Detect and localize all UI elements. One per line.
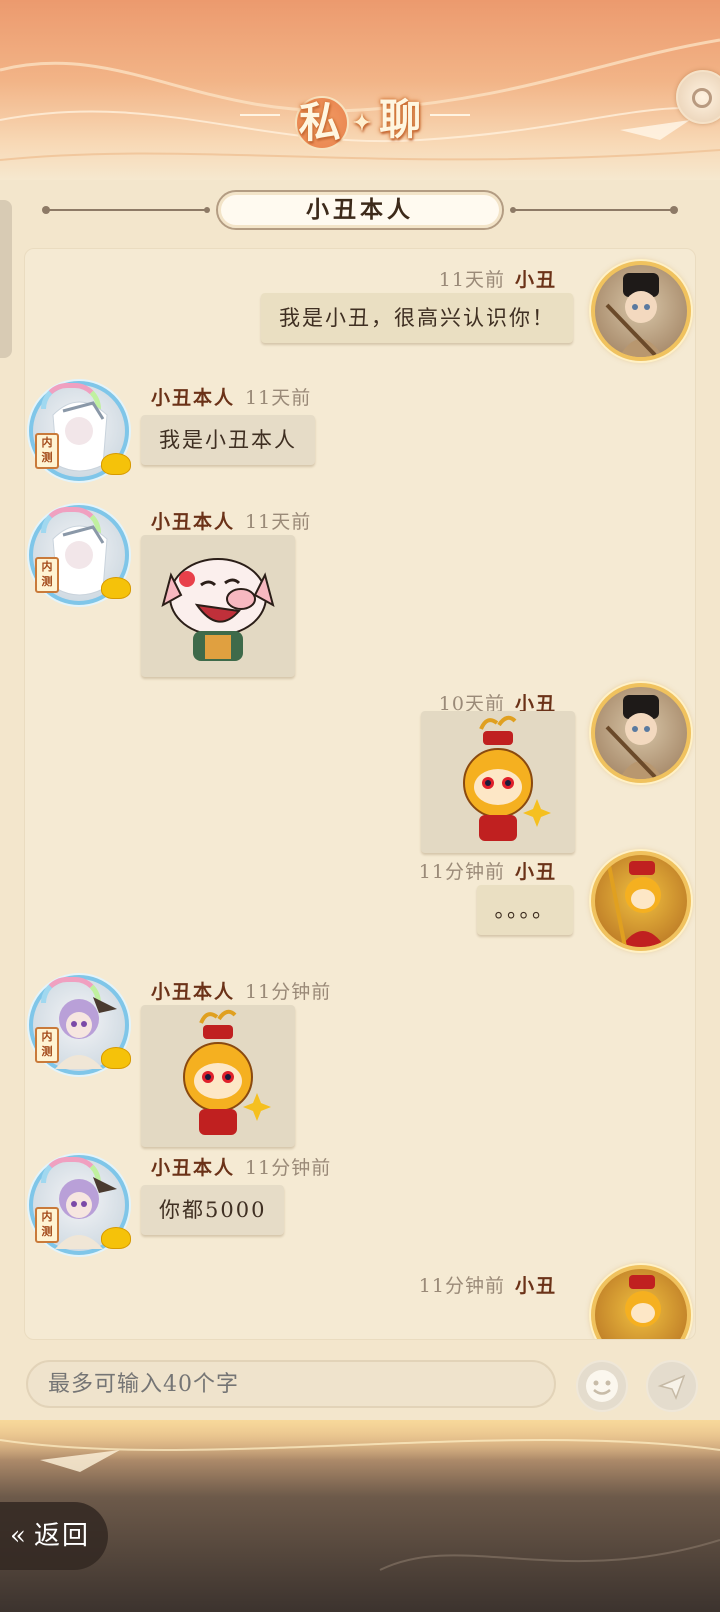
sender-name: 小丑本人 — [151, 1157, 236, 1179]
recipient-header: 小丑本人 — [42, 190, 678, 230]
page-title: 私 ✦聊 — [0, 86, 720, 150]
message-item: 内测 小丑本人 11天前 — [25, 497, 695, 697]
test-badge: 内测 — [35, 433, 59, 469]
message-time: 11分钟前 — [245, 981, 332, 1003]
message-time: 11分钟前 — [245, 1157, 332, 1179]
message-item: 11分钟前 小丑 。。。。 — [25, 847, 695, 957]
character-avatar-icon — [605, 273, 663, 357]
sender-name: 小丑 — [514, 269, 557, 291]
divider-left — [42, 206, 210, 214]
footer-decoration — [0, 1439, 720, 1571]
sender-name: 小丑本人 — [151, 981, 236, 1003]
back-label: 返回 — [34, 1521, 91, 1551]
character-avatar-icon — [605, 695, 663, 779]
sender-name: 小丑本人 — [151, 511, 236, 533]
my-avatar[interactable] — [591, 683, 691, 783]
header: 私 ✦聊 — [0, 0, 720, 180]
duck-icon — [101, 1227, 131, 1249]
message-item: 内测 小丑本人 11分钟前 — [25, 967, 695, 1167]
message-time: 11天前 — [245, 387, 312, 409]
duck-icon — [101, 1047, 131, 1069]
sticker-message[interactable] — [421, 711, 575, 853]
message-meta: 11分钟前 小丑 — [419, 857, 557, 884]
monkey-king-icon — [463, 715, 551, 841]
message-time: 11天前 — [245, 511, 312, 533]
message-time: 11分钟前 — [418, 861, 505, 883]
message-meta: 小丑本人 11分钟前 — [151, 977, 331, 1004]
send-icon — [657, 1374, 686, 1401]
message-item: 11天前 小丑 我是小丑，很高兴认识你！ — [25, 249, 695, 361]
emoji-button[interactable] — [576, 1360, 628, 1412]
sender-name: 小丑本人 — [151, 387, 236, 409]
friend-avatar[interactable]: 内测 — [29, 1155, 131, 1255]
duck-icon — [101, 577, 131, 599]
message-meta: 小丑本人 11天前 — [151, 383, 311, 410]
friend-avatar[interactable]: 内测 — [29, 381, 131, 481]
message-bubble[interactable]: 。。。。 — [476, 885, 573, 935]
message-time: 11天前 — [438, 269, 505, 291]
friend-avatar[interactable]: 内测 — [29, 505, 131, 605]
monkey-king-icon — [183, 1009, 271, 1135]
message-item: 11分钟前 小丑 — [25, 1261, 695, 1339]
duck-icon — [101, 453, 131, 475]
message-meta: 小丑本人 11天前 — [151, 507, 311, 534]
send-button[interactable] — [646, 1360, 698, 1412]
title-divider-icon: ✦ — [352, 110, 376, 136]
back-chevron-icon: « — [10, 1521, 28, 1551]
chat-panel[interactable]: 11天前 小丑 我是小丑，很高兴认识你！ 内测 小丑本人 11天前 我是小丑本人… — [24, 248, 696, 1340]
test-badge: 内测 — [35, 1207, 59, 1243]
recipient-name: 小丑本人 — [216, 190, 504, 230]
test-badge: 内测 — [35, 557, 59, 593]
message-bubble[interactable]: 我是小丑，很高兴认识你！ — [261, 293, 573, 343]
title-right: 聊 — [379, 95, 426, 144]
sticker-message[interactable] — [141, 535, 295, 677]
message-item: 内测 小丑本人 11分钟前 你都5000 — [25, 1143, 695, 1255]
friend-avatar[interactable]: 内测 — [29, 975, 131, 1075]
monkey-king-avatar-icon — [625, 1275, 661, 1327]
emoji-icon — [586, 1370, 618, 1402]
my-avatar[interactable] — [591, 851, 691, 951]
sticker-message[interactable] — [141, 1005, 295, 1147]
my-avatar[interactable] — [591, 261, 691, 361]
message-bubble[interactable]: 我是小丑本人 — [141, 415, 315, 465]
divider-right — [510, 206, 678, 214]
message-meta: 11天前 小丑 — [439, 265, 557, 292]
message-input[interactable] — [26, 1360, 556, 1408]
settings-icon — [692, 88, 712, 108]
my-avatar[interactable] — [591, 1265, 691, 1339]
sender-name: 小丑 — [514, 1275, 557, 1297]
message-meta: 11分钟前 小丑 — [419, 1271, 557, 1298]
back-button[interactable]: «返回 — [0, 1502, 108, 1570]
message-bubble[interactable]: 你都5000 — [141, 1185, 285, 1235]
message-item: 内测 小丑本人 11天前 我是小丑本人 — [25, 373, 695, 483]
title-seal: 私 — [294, 96, 349, 150]
message-meta: 小丑本人 11分钟前 — [151, 1153, 331, 1180]
sender-name: 小丑 — [514, 861, 557, 883]
message-time: 11分钟前 — [418, 1275, 505, 1297]
message-item: 10天前 小丑 — [25, 673, 695, 853]
test-badge: 内测 — [35, 1027, 59, 1063]
side-tab[interactable] — [0, 200, 12, 358]
laughing-pig-icon — [161, 558, 275, 661]
footer — [0, 1420, 720, 1612]
monkey-king-avatar-icon — [607, 861, 665, 947]
